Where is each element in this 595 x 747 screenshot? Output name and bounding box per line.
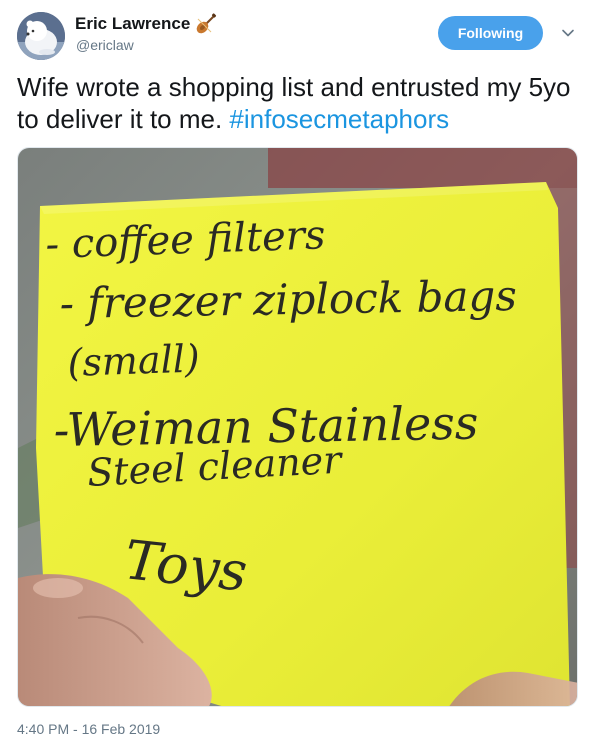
tweet-photo[interactable]: - coffee filters - freezer ziplock bags (s… (17, 147, 578, 707)
note-line: - freezer ziplock bags (59, 271, 517, 328)
avatar[interactable] (17, 12, 65, 60)
hashtag-link[interactable]: #infosecmetaphors (229, 104, 449, 134)
note-line: - coffee filters (45, 212, 326, 268)
avatar-image (17, 12, 65, 60)
following-button[interactable]: Following (438, 16, 543, 50)
photo-scene: - coffee filters- freezer ziplock bags (s… (18, 148, 577, 706)
note-line: (small) (67, 336, 201, 385)
note-line: Toys (122, 528, 250, 603)
display-name[interactable]: Eric Lawrence (75, 14, 190, 34)
violin-icon (196, 13, 217, 34)
author-name-row[interactable]: Eric Lawrence (75, 13, 217, 35)
handle[interactable]: @ericlaw (76, 37, 134, 53)
tweet-text: Wife wrote a shopping list and entrusted… (17, 71, 577, 135)
timestamp[interactable]: 4:40 PM - 16 Feb 2019 (17, 721, 160, 737)
chevron-down-icon[interactable] (560, 27, 576, 39)
